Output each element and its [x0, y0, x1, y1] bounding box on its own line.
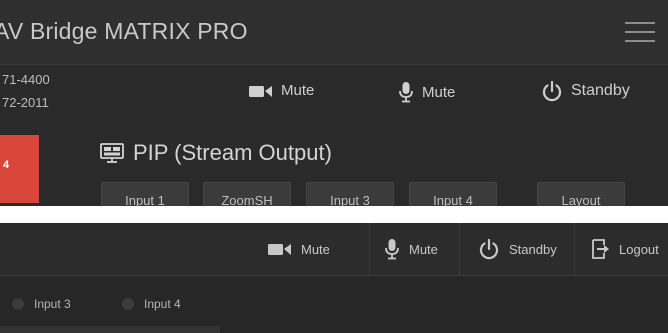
logout-label: Logout: [619, 241, 659, 257]
bottom-input-3-option[interactable]: Input 3: [12, 297, 71, 311]
phone-line-1: 71-4400: [2, 72, 50, 87]
power-icon: [479, 238, 499, 260]
mic-mute-button[interactable]: Mute: [398, 81, 455, 103]
microphone-icon: [399, 82, 413, 103]
preset-tab-red[interactable]: 4: [0, 135, 39, 203]
app-title: AV Bridge MATRIX PRO: [0, 18, 248, 44]
radio-dot-icon: [12, 298, 24, 310]
radio-dot-icon: [122, 298, 134, 310]
pip-input-4-button[interactable]: Input 4: [409, 182, 497, 206]
divider: [0, 326, 220, 333]
pip-monitor-icon: [100, 143, 124, 163]
mic-mute-label: Mute: [422, 83, 456, 101]
bottom-header-bar: Mute Mute Standby Logout: [0, 223, 668, 276]
logout-button[interactable]: Logout: [574, 223, 659, 275]
bottom-mic-mute-label: Mute: [409, 241, 438, 257]
header-bar: AV Bridge MATRIX PRO: [0, 0, 668, 65]
hamburger-menu-icon[interactable]: [625, 22, 655, 42]
phone-line-2: 72-2011: [2, 95, 49, 110]
video-camera-icon: [268, 244, 291, 255]
bottom-screenshot-panel: Mute Mute Standby Logout Input 3 Input 4: [0, 223, 668, 333]
bottom-input-4-label: Input 4: [144, 297, 181, 311]
pip-zoomsh-button[interactable]: ZoomSH: [203, 182, 291, 206]
bottom-camera-mute-label: Mute: [301, 241, 330, 257]
bottom-camera-mute-button[interactable]: Mute: [268, 223, 330, 275]
pip-section-header: PIP (Stream Output): [100, 140, 332, 166]
bottom-mic-mute-button[interactable]: Mute: [369, 223, 438, 275]
pip-input-3-button[interactable]: Input 3: [306, 182, 394, 206]
logout-icon: [592, 239, 609, 259]
standby-label: Standby: [571, 82, 630, 99]
pip-layout-button[interactable]: Layout: [537, 182, 625, 206]
preset-tab-label: 4: [3, 159, 10, 171]
standby-button[interactable]: Standby: [541, 80, 630, 102]
microphone-icon: [385, 239, 399, 260]
bottom-standby-button[interactable]: Standby: [459, 223, 557, 275]
power-icon: [542, 80, 562, 102]
bottom-input-3-label: Input 3: [34, 297, 71, 311]
pip-input-1-button[interactable]: Input 1: [101, 182, 189, 206]
top-screenshot-panel: AV Bridge MATRIX PRO 71-4400 72-2011 Mut…: [0, 0, 668, 206]
bottom-input-4-option[interactable]: Input 4: [122, 297, 181, 311]
bottom-standby-label: Standby: [509, 241, 557, 257]
pip-title: PIP (Stream Output): [133, 140, 332, 165]
camera-mute-button[interactable]: Mute: [249, 82, 314, 99]
camera-mute-label: Mute: [281, 82, 315, 99]
video-camera-icon: [249, 85, 272, 97]
